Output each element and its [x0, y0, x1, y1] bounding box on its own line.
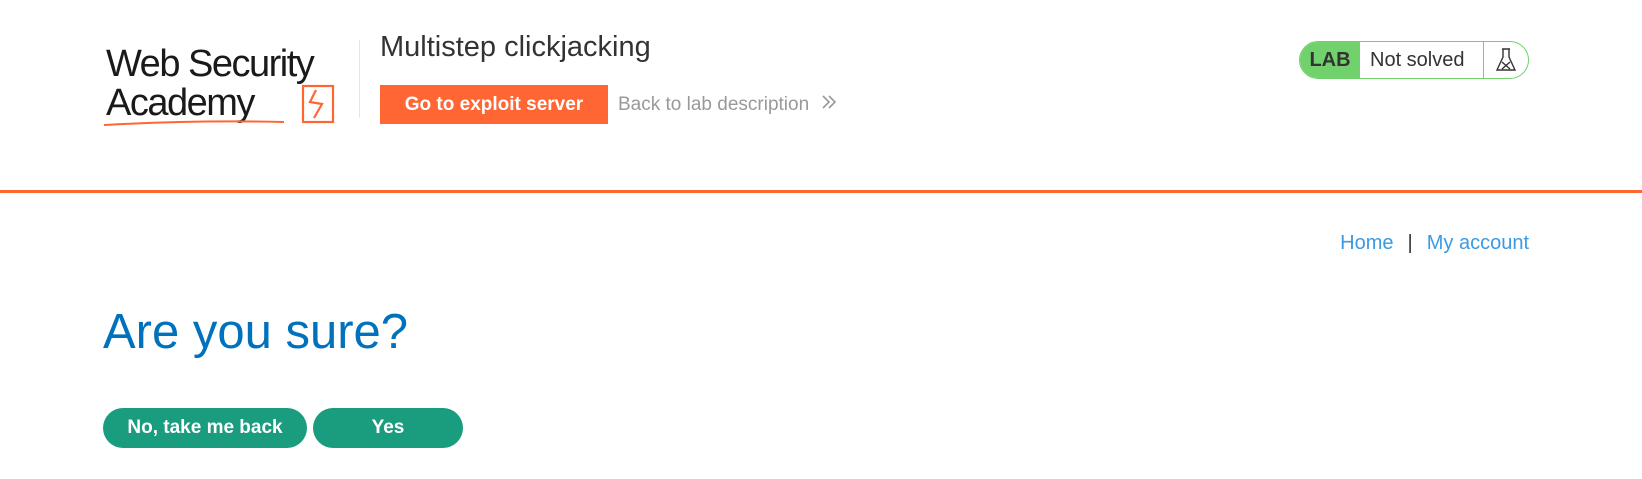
header-rule: [0, 190, 1642, 193]
svg-text:Web Security: Web Security: [106, 43, 315, 85]
go-to-exploit-server-button[interactable]: Go to exploit server: [380, 85, 608, 124]
lab-status-widget: LAB Not solved: [1299, 41, 1529, 79]
web-security-academy-logo[interactable]: Web Security Academy: [104, 38, 354, 130]
page-heading: Are you sure?: [103, 305, 409, 359]
double-chevron-right-icon: [821, 94, 837, 116]
lab-badge: LAB: [1300, 42, 1360, 78]
flask-icon: [1483, 42, 1528, 78]
lab-status-text: Not solved: [1370, 48, 1465, 71]
header-divider: [359, 40, 360, 118]
lab-title: Multistep clickjacking: [380, 31, 651, 63]
lab-header: Web Security Academy Multistep clickjack…: [0, 0, 1642, 193]
my-account-link[interactable]: My account: [1427, 232, 1529, 255]
logo-graphic: Web Security Academy: [104, 43, 335, 126]
yes-button[interactable]: Yes: [313, 408, 463, 448]
top-navigation: Home | My account: [1340, 232, 1529, 255]
back-link-label: Back to lab description: [618, 94, 810, 115]
home-link[interactable]: Home: [1340, 232, 1393, 255]
back-to-lab-description-link[interactable]: Back to lab description: [618, 94, 837, 116]
no-take-me-back-button[interactable]: No, take me back: [103, 408, 307, 448]
svg-text:Academy: Academy: [106, 82, 255, 124]
nav-separator: |: [1407, 232, 1413, 254]
